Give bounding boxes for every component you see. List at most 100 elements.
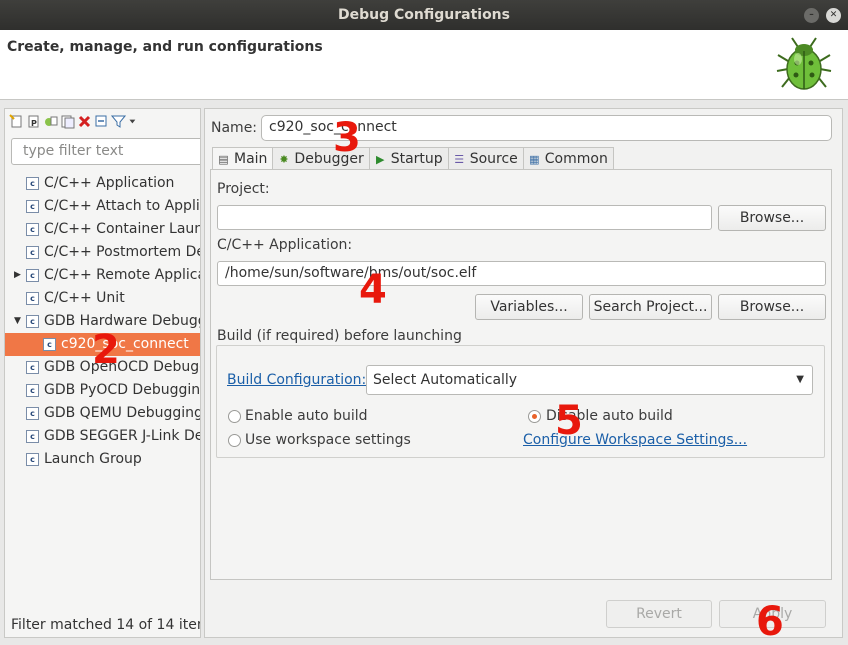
view-menu-icon[interactable] — [128, 114, 139, 129]
config-tabs: ▤ Main ✸ Debugger ▶ Startup ☰ Source ▦ Common — [212, 147, 614, 170]
app-label: C/C++ Application: — [217, 237, 353, 253]
tree-item-label: GDB OpenOCD Debuggi — [44, 359, 201, 375]
filter-input[interactable]: type filter text — [11, 138, 200, 165]
build-group-label: Build (if required) before launching — [217, 328, 462, 344]
title-bar: Debug Configurations – ✕ — [0, 0, 848, 30]
tab-common[interactable]: ▦ Common — [522, 147, 614, 170]
expanded-arrow-icon[interactable]: ▼ — [14, 310, 21, 333]
export-icon[interactable] — [60, 114, 75, 129]
tree-item[interactable]: c C/C++ Unit — [5, 287, 200, 310]
launch-config-icon: c — [26, 223, 39, 236]
project-input[interactable] — [217, 205, 712, 230]
tree-item-label: GDB PyOCD Debugging — [44, 382, 201, 398]
tab-source[interactable]: ☰ Source — [447, 147, 524, 170]
tree-item[interactable]: c GDB QEMU Debugging — [5, 402, 201, 425]
tab-label: Startup — [390, 151, 443, 167]
duplicate-icon[interactable] — [43, 114, 58, 129]
tree-item-label: C/C++ Unit — [44, 290, 125, 306]
config-tree-pane: P type filter text c C/C++ Application c C/… — [4, 108, 201, 638]
build-config-select[interactable]: Select Automatically ▼ — [366, 365, 813, 395]
annotation-3: 3 — [333, 115, 361, 161]
new-config-icon[interactable] — [9, 113, 24, 129]
header-title: Create, manage, and run configurations — [7, 39, 323, 55]
tree-item-label: Launch Group — [44, 451, 142, 467]
tree-item-label: GDB QEMU Debugging — [44, 405, 201, 421]
minimize-button[interactable]: – — [804, 8, 819, 23]
use-workspace-settings-label: Use workspace settings — [245, 432, 411, 448]
tree-item-label: C/C++ Remote Applicat — [44, 267, 201, 283]
launch-config-icon: c — [43, 338, 56, 351]
launch-config-icon: c — [26, 315, 39, 328]
tree-item[interactable]: c C/C++ Attach to Applica — [5, 195, 201, 218]
launch-config-icon: c — [26, 430, 39, 443]
launch-config-icon: c — [26, 200, 39, 213]
browse-project-button[interactable]: Browse... — [718, 205, 826, 231]
project-label: Project: — [217, 181, 270, 197]
close-button[interactable]: ✕ — [826, 8, 841, 23]
dialog-header: Create, manage, and run configurations — [0, 30, 848, 100]
tree-item[interactable]: c GDB SEGGER J-Link Deb — [5, 425, 201, 448]
browse-app-button[interactable]: Browse... — [718, 294, 826, 320]
launch-config-icon: c — [26, 292, 39, 305]
tree-item-label: C/C++ Container Launch — [44, 221, 200, 237]
startup-tab-icon: ▶ — [375, 153, 385, 166]
variables-button[interactable]: Variables... — [475, 294, 583, 320]
debugger-tab-icon: ✸ — [279, 153, 289, 166]
build-config-value: Select Automatically — [373, 372, 518, 388]
collapsed-arrow-icon[interactable]: ▶ — [14, 264, 21, 287]
disable-auto-build-radio[interactable] — [528, 410, 541, 423]
collapse-all-icon[interactable] — [94, 114, 109, 129]
tree-item-label: C/C++ Application — [44, 175, 175, 191]
launch-config-icon: c — [26, 453, 39, 466]
chevron-down-icon: ▼ — [796, 374, 804, 385]
enable-auto-build-label: Enable auto build — [245, 408, 368, 424]
name-label: Name: — [211, 120, 258, 136]
launch-config-icon: c — [26, 177, 39, 190]
new-prototype-icon[interactable]: P — [26, 114, 41, 129]
tree-item-label: c920_soc_connect — [61, 336, 189, 352]
common-tab-icon: ▦ — [529, 153, 540, 166]
tree-item[interactable]: ▶ c C/C++ Remote Applicat — [5, 264, 201, 287]
launch-config-icon: c — [26, 269, 39, 282]
launch-config-icon: c — [26, 384, 39, 397]
tree-item[interactable]: c Launch Group — [5, 448, 200, 471]
launch-config-icon: c — [26, 246, 39, 259]
annotation-2: 2 — [92, 327, 120, 373]
use-workspace-settings-radio[interactable] — [228, 434, 241, 447]
main-tab-icon: ▤ — [218, 153, 229, 166]
revert-button[interactable]: Revert — [606, 600, 712, 628]
filter-status: Filter matched 14 of 14 items — [11, 617, 201, 633]
tree-item[interactable]: c GDB PyOCD Debugging — [5, 379, 201, 402]
tree-item-label: C/C++ Postmortem Deb — [44, 244, 201, 260]
tree-item[interactable]: c C/C++ Application — [5, 172, 200, 195]
tab-startup[interactable]: ▶ Startup — [368, 147, 449, 170]
tab-main[interactable]: ▤ Main — [212, 147, 274, 170]
enable-auto-build-radio[interactable] — [228, 410, 241, 423]
window-title: Debug Configurations — [338, 7, 510, 23]
svg-text:P: P — [31, 119, 37, 128]
tree-toolbar: P — [9, 112, 139, 130]
tree-item[interactable]: c C/C++ Postmortem Deb — [5, 241, 201, 264]
launch-config-icon: c — [26, 361, 39, 374]
tab-label: Common — [544, 151, 608, 167]
search-project-button[interactable]: Search Project... — [589, 294, 712, 320]
filter-icon[interactable] — [111, 114, 126, 129]
delete-icon[interactable] — [77, 114, 92, 129]
annotation-4: 4 — [359, 267, 387, 313]
app-input[interactable]: /home/sun/software/bms/out/soc.elf — [217, 261, 826, 286]
annotation-6: 6 — [756, 599, 784, 645]
tree-item-label: C/C++ Attach to Applica — [44, 198, 201, 214]
tree-item-label: GDB Hardware Debuggi — [44, 313, 201, 329]
tab-label: Source — [469, 151, 518, 167]
tab-label: Main — [234, 151, 268, 167]
build-config-link[interactable]: Build Configuration: — [227, 372, 366, 388]
tree-item-label: GDB SEGGER J-Link Deb — [44, 428, 201, 444]
config-tree: c C/C++ Application c C/C++ Attach to Appli… — [5, 172, 201, 471]
annotation-5: 5 — [555, 398, 583, 444]
config-editor-pane: Name: c920_soc_connect ▤ Main ✸ Debugger ▶ St… — [204, 108, 843, 638]
source-tab-icon: ☰ — [454, 153, 465, 166]
main-tab-panel: Project: Browse... C/C++ Application: /h… — [210, 169, 832, 580]
debug-bug-icon — [776, 37, 832, 90]
build-group: Build Configuration: Select Automaticall… — [216, 345, 825, 458]
tree-item[interactable]: c C/C++ Container Launch — [5, 218, 200, 241]
